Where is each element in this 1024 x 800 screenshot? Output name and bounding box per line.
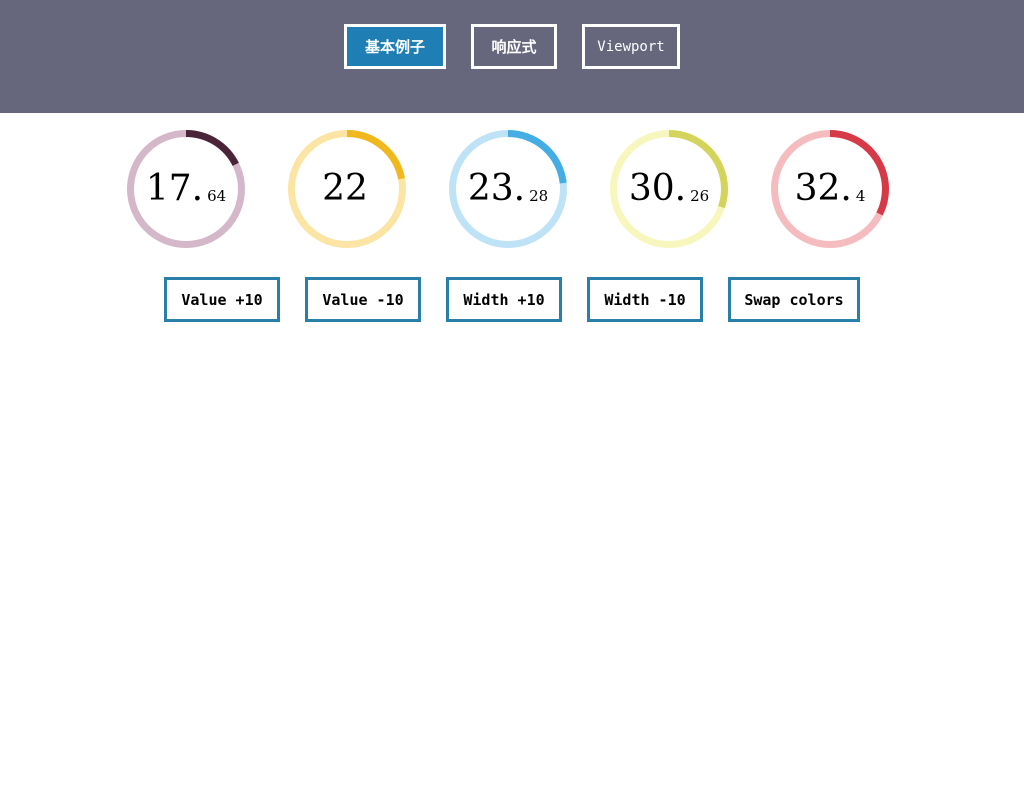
gauge-value-decimal: 64 bbox=[207, 187, 227, 205]
gauge-value-integer: 22 bbox=[322, 168, 368, 209]
gauge-2: 22 bbox=[286, 128, 408, 250]
tab-responsive[interactable]: 响应式 bbox=[471, 24, 557, 69]
header-bar: 基本例子 响应式 Viewport bbox=[0, 0, 1024, 113]
gauge-3: 23. 28 bbox=[447, 128, 569, 250]
gauge-value-integer: 30. bbox=[628, 168, 687, 209]
gauge-value-decimal: 28 bbox=[529, 187, 549, 205]
gauge-value: 30. 26 bbox=[608, 128, 730, 250]
tab-basic-example[interactable]: 基本例子 bbox=[344, 24, 446, 69]
width-plus-button[interactable]: Width +10 bbox=[446, 277, 562, 322]
gauge-value: 32. 4 bbox=[769, 128, 891, 250]
width-minus-button[interactable]: Width -10 bbox=[587, 277, 703, 322]
gauge-value: 17. 64 bbox=[125, 128, 247, 250]
swap-colors-button[interactable]: Swap colors bbox=[728, 277, 860, 322]
gauge-1: 17. 64 bbox=[125, 128, 247, 250]
gauge-value-integer: 32. bbox=[794, 168, 852, 209]
gauge-value-integer: 17. bbox=[145, 168, 204, 209]
gauge-value: 23. 28 bbox=[447, 128, 569, 250]
tab-viewport[interactable]: Viewport bbox=[582, 24, 680, 69]
gauge-5: 32. 4 bbox=[769, 128, 891, 250]
value-minus-button[interactable]: Value -10 bbox=[305, 277, 421, 322]
gauge-value: 22 bbox=[286, 128, 408, 250]
gauge-4: 30. 26 bbox=[608, 128, 730, 250]
value-plus-button[interactable]: Value +10 bbox=[164, 277, 280, 322]
gauge-value-decimal: 26 bbox=[690, 187, 710, 205]
gauge-value-decimal: 4 bbox=[855, 187, 866, 205]
gauge-value-integer: 23. bbox=[467, 168, 526, 209]
